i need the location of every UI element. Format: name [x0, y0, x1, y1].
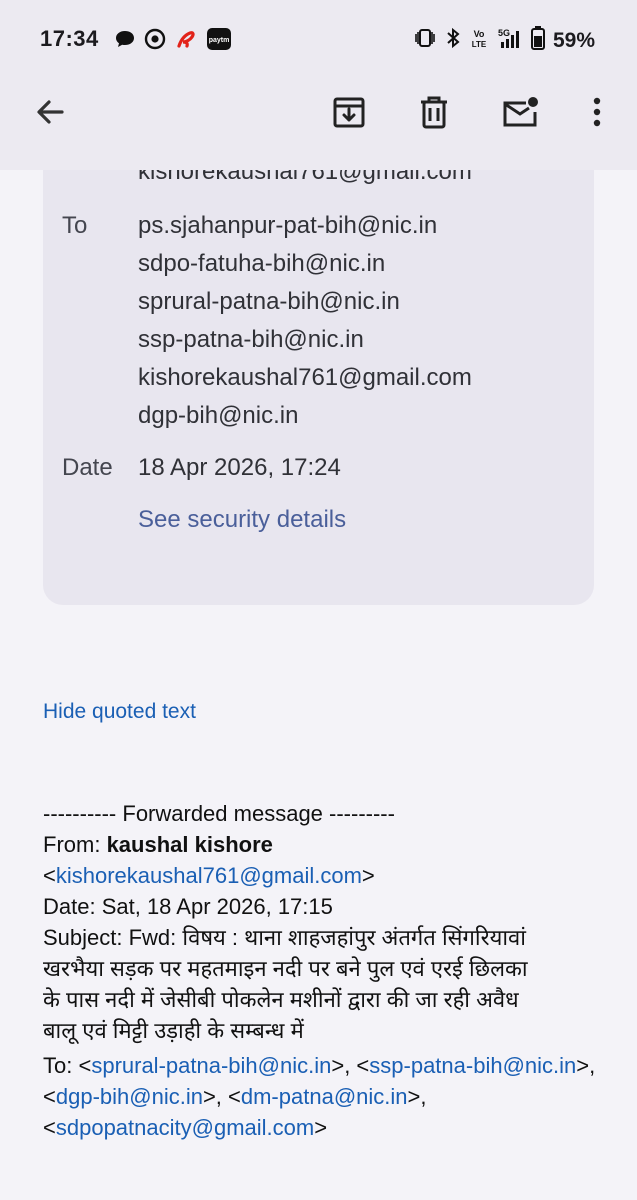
- subject-line: Subject: Fwd: विषय : थाना शाहजहांपुर अंत…: [43, 925, 526, 950]
- forward-from-email-line: <kishorekaushal761@gmail.com>: [43, 860, 603, 891]
- toolbar: [0, 76, 637, 170]
- svg-text:Vo: Vo: [474, 29, 485, 39]
- signal-5g-icon: 5G: [497, 26, 523, 56]
- chrome-icon: [144, 28, 166, 55]
- forward-to-line: To: <sprural-patna-bih@nic.in>, <ssp-pat…: [43, 1053, 596, 1140]
- to-link[interactable]: dgp-bih@nic.in: [56, 1084, 203, 1109]
- volte-icon: Vo LTE: [469, 26, 489, 56]
- from-name: kaushal kishore: [106, 832, 273, 857]
- subject-line: खरभैया सड़क पर महतमाइन नदी पर बने पुल एव…: [43, 956, 528, 981]
- chat-bubble-icon: [114, 29, 136, 54]
- to-link[interactable]: ssp-patna-bih@nic.in: [369, 1053, 576, 1078]
- net-label: 5G: [498, 28, 510, 38]
- to-link[interactable]: dm-patna@nic.in: [241, 1084, 408, 1109]
- to-recipient[interactable]: ssp-patna-bih@nic.in: [138, 326, 364, 354]
- forward-separator: ---------- Forwarded message ---------: [43, 801, 395, 826]
- to-recipient[interactable]: sprural-patna-bih@nic.in: [138, 288, 400, 316]
- system-icons: Vo LTE 5G 59%: [413, 26, 595, 56]
- see-security-details-link[interactable]: See security details: [138, 506, 346, 534]
- status-time: 17:34: [40, 26, 99, 51]
- to-recipient[interactable]: dgp-bih@nic.in: [138, 402, 298, 430]
- from-email-link[interactable]: kishorekaushal761@gmail.com: [56, 863, 362, 888]
- more-options-button[interactable]: [577, 94, 617, 134]
- paytm-label: paytm: [209, 37, 230, 44]
- to-recipient[interactable]: ps.sjahanpur-pat-bih@nic.in: [138, 212, 437, 240]
- to-label: To: [62, 212, 88, 239]
- paytm-icon: paytm: [206, 27, 232, 56]
- bracket-close: >: [361, 863, 375, 888]
- subject-line: के पास नदी में जेसीबी पोकलेन मशीनों द्वा…: [43, 987, 519, 1012]
- airtel-icon: [174, 28, 198, 55]
- delete-button[interactable]: [414, 94, 454, 134]
- delete-icon: [417, 94, 451, 135]
- battery-icon: [530, 26, 545, 56]
- status-bar: 17:34 paytm Vo LTE 5G 59%: [0, 0, 637, 76]
- to-recipient[interactable]: sdpo-fatuha-bih@nic.in: [138, 250, 385, 278]
- mark-unread-button[interactable]: [500, 94, 540, 134]
- archive-icon: [331, 94, 367, 135]
- bracket-open: <: [43, 863, 56, 888]
- forward-date-line: Date: Sat, 18 Apr 2026, 17:15: [43, 894, 333, 919]
- forwarded-message: ---------- Forwarded message --------- F…: [43, 798, 603, 1143]
- svg-text:LTE: LTE: [472, 40, 487, 49]
- to-recipient[interactable]: kishorekaushal761@gmail.com: [138, 364, 472, 392]
- to-link[interactable]: sprural-patna-bih@nic.in: [91, 1053, 331, 1078]
- more-vert-icon: [592, 96, 602, 133]
- vibrate-icon: [413, 27, 437, 55]
- to-link[interactable]: sdpopatnacity@gmail.com: [56, 1115, 314, 1140]
- back-button[interactable]: [30, 94, 70, 134]
- subject-line: बालू एवं मिट्टी उड़ाही के सम्बन्ध में: [43, 1018, 304, 1043]
- forward-from-line: From: kaushal kishore: [43, 829, 603, 860]
- archive-button[interactable]: [329, 94, 369, 134]
- mark-unread-icon: [500, 94, 540, 135]
- forward-to-label: To:: [43, 1053, 79, 1078]
- hide-quoted-text-link[interactable]: Hide quoted text: [43, 700, 196, 724]
- notification-icons: paytm: [114, 27, 232, 56]
- from-label: From:: [43, 832, 107, 857]
- bluetooth-icon: [445, 27, 461, 55]
- date-value: 18 Apr 2026, 17:24: [138, 454, 341, 481]
- battery-percentage: 59%: [552, 29, 595, 52]
- date-label: Date: [62, 454, 113, 481]
- back-arrow-icon: [34, 96, 66, 133]
